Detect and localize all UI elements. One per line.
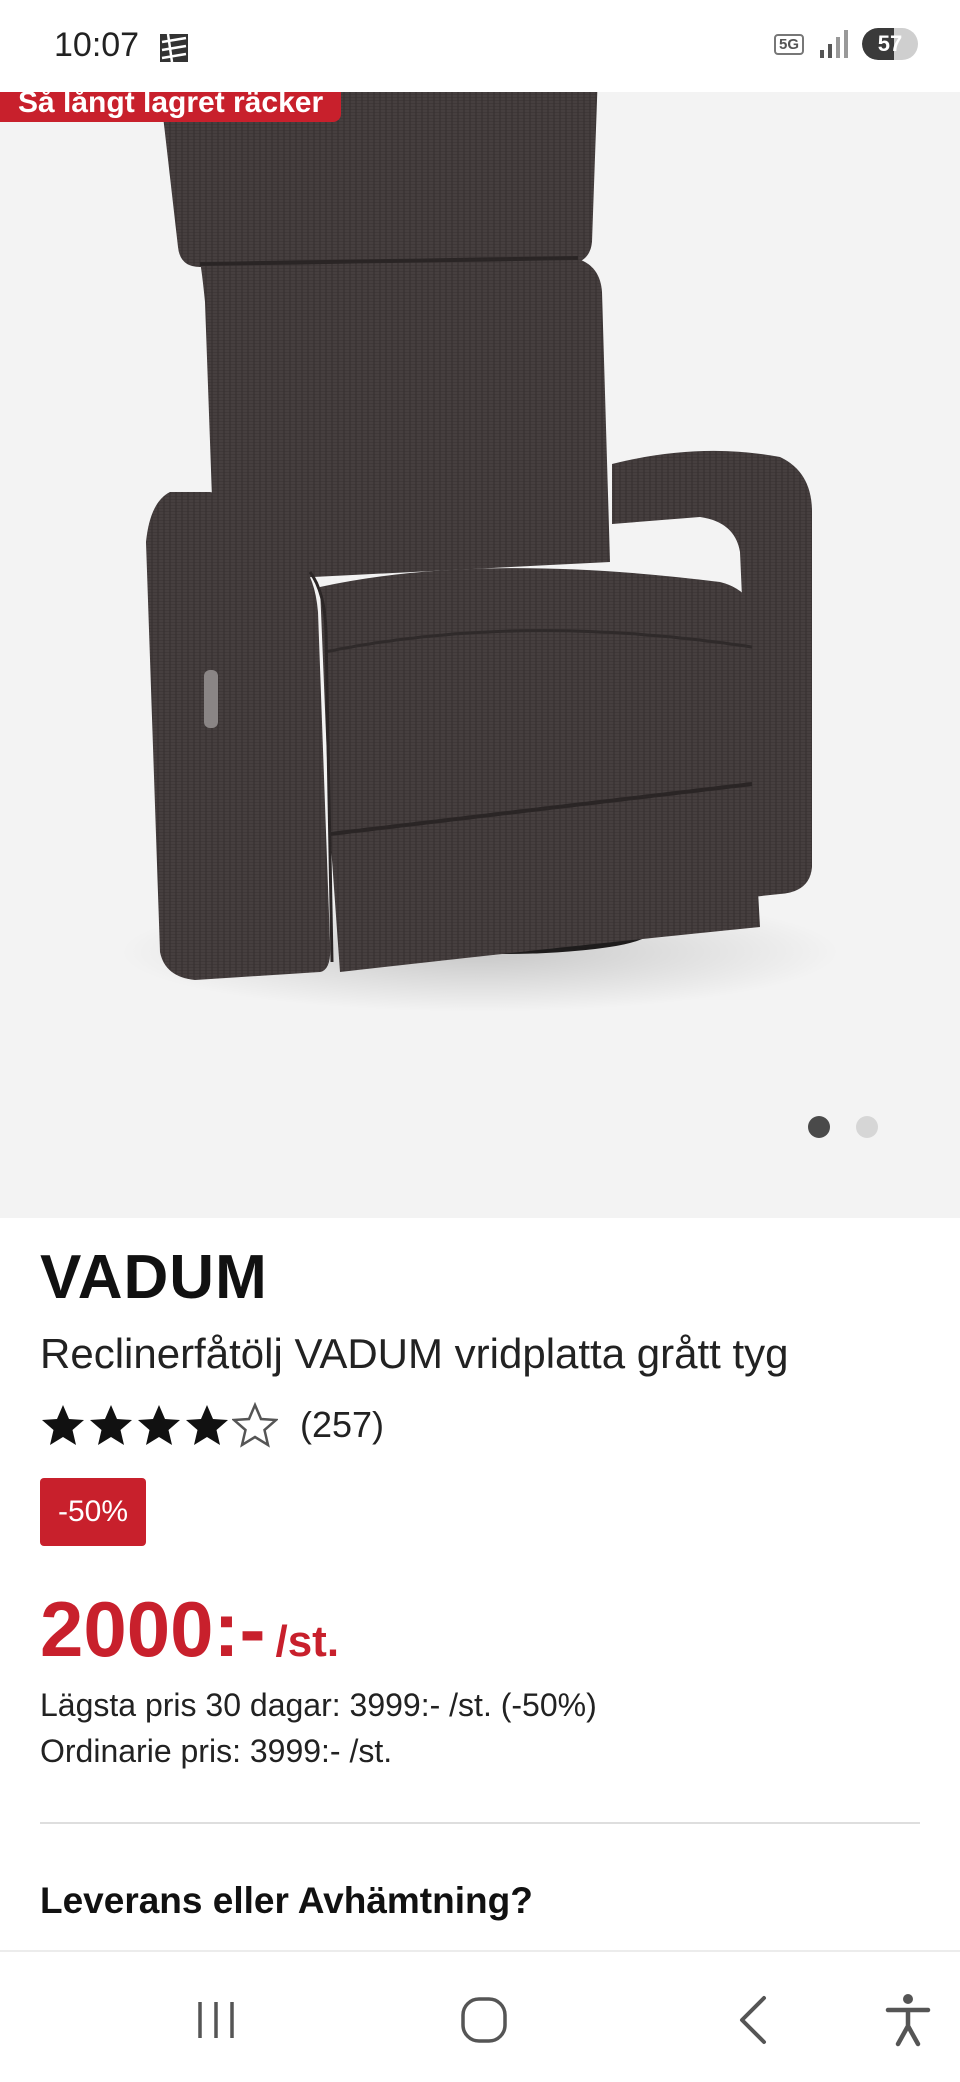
price: 2000:-/st. xyxy=(40,1584,339,1675)
status-icons: 5G 57 xyxy=(773,28,918,60)
star-filled-icon xyxy=(138,1405,180,1445)
network-5g-icon: 5G xyxy=(773,33,804,55)
star-filled-icon xyxy=(42,1405,84,1445)
carousel-dot-2[interactable] xyxy=(856,1116,878,1138)
carousel-indicator xyxy=(808,1116,878,1138)
back-icon[interactable] xyxy=(724,1990,784,2050)
carousel-dot-1[interactable] xyxy=(808,1116,830,1138)
divider xyxy=(40,1822,920,1824)
battery-icon: 57 xyxy=(862,28,918,60)
lowest-price-30-days: Lägsta pris 30 dagar: 3999:- /st. (-50%) xyxy=(40,1687,597,1723)
star-filled-icon xyxy=(186,1405,228,1445)
accessibility-icon[interactable] xyxy=(878,1990,938,2050)
ordinary-price: Ordinarie pris: 3999:- /st. xyxy=(40,1733,393,1769)
rating-stars xyxy=(40,1402,278,1448)
product-image xyxy=(120,92,840,1012)
home-icon[interactable] xyxy=(454,1990,514,2050)
status-bar: 10:07 5G 57 xyxy=(0,0,960,92)
recent-apps-icon[interactable] xyxy=(186,1990,246,2050)
price-value: 2000:- xyxy=(40,1585,266,1673)
price-unit: /st. xyxy=(275,1617,340,1666)
product-title: Reclinerfåtölj VADUM vridplatta grått ty… xyxy=(40,1330,789,1377)
delivery-heading[interactable]: Leverans eller Avhämtning? xyxy=(40,1880,533,1922)
price-details: Lägsta pris 30 dagar: 3999:- /st. (-50%)… xyxy=(40,1682,597,1774)
product-image-carousel[interactable]: Så långt lagret räcker xyxy=(0,92,960,1218)
rating-summary[interactable]: (257) xyxy=(40,1402,384,1448)
promo-banner: Så långt lagret räcker xyxy=(0,92,342,122)
signal-icon xyxy=(820,30,848,58)
review-count[interactable]: (257) xyxy=(300,1404,384,1446)
system-navigation-bar xyxy=(0,1950,960,2082)
star-filled-icon xyxy=(90,1405,132,1445)
notification-icon xyxy=(160,33,188,63)
discount-badge: -50% xyxy=(40,1478,146,1546)
star-empty-icon xyxy=(232,1402,278,1448)
status-time: 10:07 xyxy=(54,26,140,64)
product-brand: VADUM xyxy=(40,1243,268,1312)
